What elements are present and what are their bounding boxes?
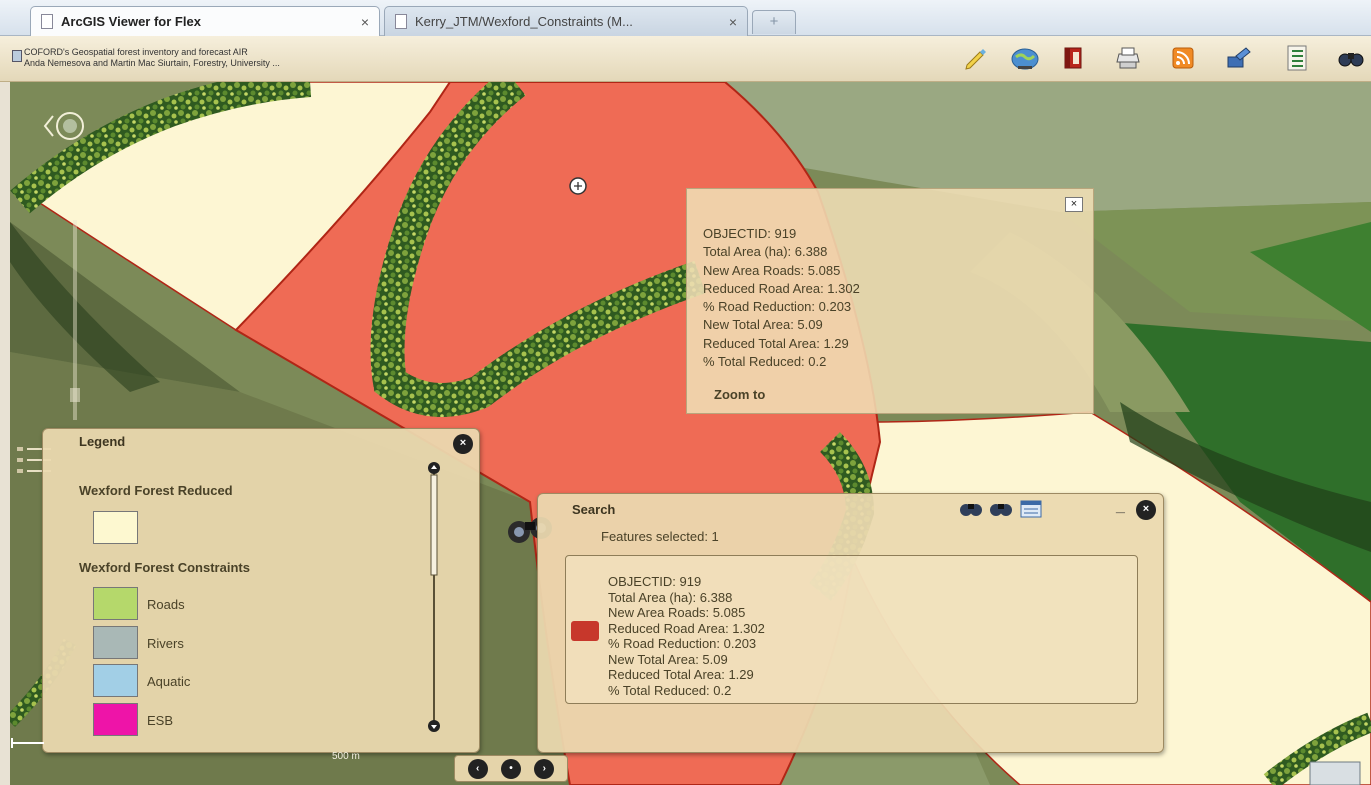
hand-cursor-icon — [569, 177, 587, 195]
layer-list-icon[interactable] — [1282, 43, 1312, 73]
app-title-line1: COFORD's Geospatial forest inventory and… — [24, 47, 248, 57]
home-button[interactable]: • — [500, 758, 521, 779]
legend-swatch-esb — [93, 703, 138, 736]
attr-road-reduction: % Road Reduction: 0.203 — [703, 299, 852, 315]
search-icon[interactable] — [1336, 43, 1366, 73]
search-panel: Search _ × Features selected: 1 OBJECTID… — [537, 493, 1164, 753]
page-icon — [41, 14, 53, 29]
legend-label-esb: ESB — [147, 713, 174, 728]
attr-new-total-area: New Total Area: 5.09 — [703, 317, 823, 333]
edit-icon[interactable] — [960, 43, 990, 73]
legend-swatch-reduced — [93, 511, 138, 544]
attr-total-area: Total Area (ha): 6.388 — [703, 244, 828, 260]
tab-close-icon[interactable]: × — [361, 14, 369, 30]
select-by-attribute-icon[interactable] — [988, 498, 1014, 520]
browser-tab-strip: ArcGIS Viewer for Flex × Kerry_JTM/Wexfo… — [0, 0, 1371, 36]
legend-swatch-roads — [93, 587, 138, 620]
result-reduced-road-area: Reduced Road Area: 1.302 — [608, 620, 765, 636]
result-reduced-total-area: Reduced Total Area: 1.29 — [608, 667, 754, 682]
app-title: COFORD's Geospatial forest inventory and… — [24, 47, 280, 69]
print-icon[interactable] — [1113, 43, 1143, 73]
logo-icon — [12, 50, 22, 62]
tab-wexford-constraints[interactable]: Kerry_JTM/Wexford_Constraints (M... × — [384, 6, 748, 36]
attr-reduced-total-area: Reduced Total Area: 1.29 — [703, 335, 849, 351]
next-button[interactable]: › — [534, 758, 555, 779]
result-symbol-swatch — [571, 621, 599, 641]
result-objectid: OBJECTID: 919 — [608, 574, 702, 589]
legend-label-aquatic: Aquatic — [147, 674, 191, 689]
previous-button[interactable]: ‹ — [467, 758, 488, 779]
attr-objectid: OBJECTID: 919 — [703, 226, 797, 241]
legend-close-button[interactable]: × — [453, 434, 473, 454]
result-road-reduction: % Road Reduction: 0.203 — [608, 636, 757, 651]
tab-label: Kerry_JTM/Wexford_Constraints (M... — [415, 14, 633, 29]
search-minimize-button[interactable]: _ — [1116, 498, 1130, 518]
legend-group-constraints: Wexford Forest Constraints — [79, 560, 250, 575]
legend-swatch-rivers — [93, 626, 138, 659]
select-by-shape-icon[interactable] — [958, 498, 984, 520]
new-tab-button[interactable]: + — [752, 10, 796, 34]
search-result-item[interactable]: OBJECTID: 919 Total Area (ha): 6.388 New… — [565, 555, 1138, 704]
zoom-to-link[interactable]: Zoom to — [714, 387, 765, 402]
zoom-slider[interactable] — [70, 220, 80, 420]
legend-label-rivers: Rivers — [147, 636, 184, 651]
tab-arcgis-viewer[interactable]: ArcGIS Viewer for Flex × — [30, 6, 380, 36]
tab-close-icon[interactable]: × — [729, 14, 737, 30]
app-header: COFORD's Geospatial forest inventory and… — [0, 36, 1371, 82]
search-title: Search — [572, 502, 616, 517]
popup-close-button[interactable]: × — [1065, 197, 1083, 212]
popup-attributes: OBJECTID: 919 Total Area (ha): 6.388 New… — [703, 225, 860, 371]
attr-reduced-road-area: Reduced Road Area: 1.302 — [703, 280, 860, 296]
search-close-button[interactable]: × — [1136, 500, 1156, 520]
result-attributes: OBJECTID: 919 Total Area (ha): 6.388 New… — [608, 574, 765, 698]
legend-title: Legend — [79, 434, 126, 449]
result-new-area-roads: New Area Roads: 5.085 — [608, 605, 746, 620]
pan-control-icon[interactable] — [43, 108, 93, 144]
result-total-reduced: % Total Reduced: 0.2 — [608, 682, 732, 698]
tab-label: ArcGIS Viewer for Flex — [61, 14, 201, 29]
legend-group-reduced: Wexford Forest Reduced — [79, 483, 233, 498]
attr-total-reduced: % Total Reduced: 0.2 — [703, 354, 827, 370]
result-new-total-area: New Total Area: 5.09 — [608, 651, 728, 667]
draw-icon[interactable] — [1224, 43, 1254, 73]
legend-label-roads: Roads — [147, 597, 185, 612]
legend-panel: Legend × Wexford Forest Reduced Wexford … — [42, 428, 480, 753]
page-icon — [395, 14, 407, 29]
results-list-icon[interactable] — [1018, 498, 1044, 520]
globe-icon[interactable] — [1010, 43, 1040, 73]
attr-new-area-roads: New Area Roads: 5.085 — [703, 262, 841, 278]
app-title-line2: Anda Nemesova and Martin Mac Siurtain, F… — [24, 58, 280, 68]
bookmark-icon[interactable] — [1058, 43, 1088, 73]
feature-info-popup: × OBJECTID: 919 Total Area (ha): 6.388 N… — [686, 188, 1094, 414]
widget-controller: ‹ • › — [454, 755, 568, 782]
scale-label: 500 m — [332, 751, 360, 762]
result-total-area: Total Area (ha): 6.388 — [608, 589, 733, 605]
scale-bar — [11, 738, 44, 748]
features-selected-count: Features selected: 1 — [601, 529, 719, 544]
legend-swatch-aquatic — [93, 664, 138, 697]
legend-scrollbar[interactable] — [427, 461, 441, 733]
rss-icon[interactable] — [1168, 43, 1198, 73]
